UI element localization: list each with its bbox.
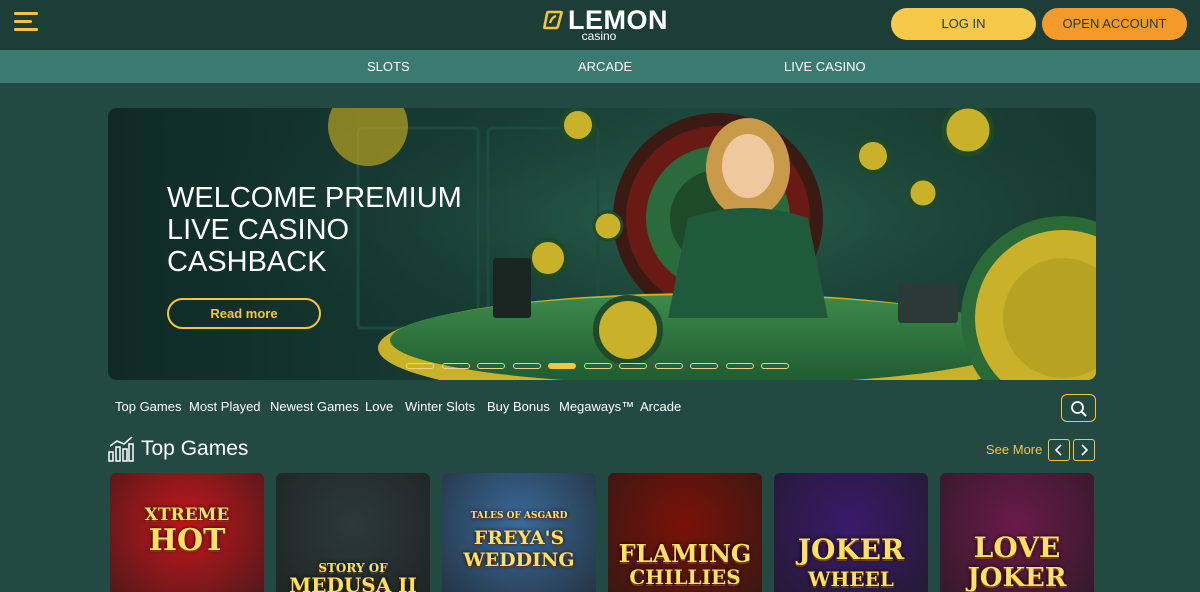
game-title: JOKER [967, 563, 1067, 592]
carousel-dot[interactable] [690, 363, 718, 369]
game-title: HOT [148, 523, 226, 558]
see-more-link[interactable]: See More [986, 442, 1042, 457]
login-button[interactable]: LOG IN [891, 8, 1036, 40]
carousel-next-button[interactable] [1073, 439, 1095, 461]
game-title: CHILLIES [629, 565, 741, 589]
game-tile-freyas-wedding[interactable]: TALES OF ASGARD FREYA'S WEDDING [442, 473, 596, 592]
nav-item-slots[interactable]: SLOTS [367, 59, 410, 74]
banner-title-line: WELCOME PREMIUM [167, 182, 462, 214]
carousel-dot[interactable] [725, 363, 754, 369]
tab-top-games[interactable]: Top Games [115, 399, 181, 414]
carousel-dot[interactable] [477, 363, 505, 369]
carousel-dot-active[interactable] [548, 363, 576, 369]
section-title-top-games: Top Games [141, 437, 249, 460]
nav-item-live-casino[interactable]: LIVE CASINO [784, 59, 866, 74]
game-tile-joker-wheel[interactable]: JOKER WHEEL [774, 473, 928, 592]
search-button[interactable] [1061, 394, 1096, 422]
game-tile-flaming-chillies[interactable]: FLAMING CHILLIES [608, 473, 762, 592]
carousel-dot[interactable] [406, 363, 434, 369]
game-title: MEDUSA II [289, 573, 417, 592]
promo-banner[interactable]: WELCOME PREMIUM LIVE CASINO CASHBACK Rea… [108, 108, 1096, 380]
chevron-right-icon [1081, 444, 1089, 456]
game-title: TALES OF ASGARD [470, 511, 568, 521]
read-more-button[interactable]: Read more [167, 298, 321, 329]
main-nav: SLOTS ARCADE LIVE CASINO [0, 50, 1200, 83]
tab-love[interactable]: Love [365, 399, 393, 414]
carousel-dot[interactable] [761, 363, 789, 369]
hamburger-menu-icon[interactable] [14, 12, 42, 34]
tab-newest-games[interactable]: Newest Games [270, 399, 359, 414]
tab-winter-slots[interactable]: Winter Slots [405, 399, 475, 414]
game-tile-love-joker[interactable]: LOVE JOKER [940, 473, 1094, 592]
tab-megaways[interactable]: Megaways™ [559, 399, 634, 414]
game-title: XTREME [144, 505, 230, 525]
logo-subtext: casino [581, 29, 617, 43]
game-title: FREYA'S WEDDING [463, 527, 575, 571]
tab-most-played[interactable]: Most Played [189, 399, 261, 414]
banner-title-line: CASHBACK [167, 246, 327, 278]
site-header: LEMON casino LOG IN OPEN ACCOUNT [0, 0, 1200, 50]
game-title: FLAMING [618, 539, 752, 568]
game-title: LOVE [973, 531, 1061, 564]
game-tile-xtreme-hot[interactable]: XTREME HOT [110, 473, 264, 592]
chevron-left-icon [1054, 444, 1062, 456]
carousel-prev-button[interactable] [1048, 439, 1070, 461]
game-tile-story-of-medusa[interactable]: STORY OF MEDUSA II [276, 473, 430, 592]
banner-title-line: LIVE CASINO [167, 214, 350, 246]
carousel-dot[interactable] [619, 363, 647, 369]
game-title: WHEEL [808, 567, 894, 591]
lemon-casino-logo[interactable]: LEMON casino [540, 5, 670, 44]
top-games-chart-icon [108, 436, 134, 462]
banner-title: WELCOME PREMIUM LIVE CASINO CASHBACK [167, 182, 487, 278]
carousel-dot[interactable] [654, 363, 683, 369]
tab-arcade[interactable]: Arcade [640, 399, 681, 414]
search-icon [1071, 401, 1087, 417]
open-account-button[interactable]: OPEN ACCOUNT [1042, 8, 1187, 40]
carousel-dot[interactable] [512, 363, 541, 369]
lemon-leaf-icon [542, 10, 563, 30]
nav-item-arcade[interactable]: ARCADE [578, 59, 632, 74]
game-title: JOKER [797, 533, 905, 566]
tab-buy-bonus[interactable]: Buy Bonus [487, 399, 550, 414]
carousel-dot[interactable] [583, 363, 612, 369]
carousel-dot[interactable] [441, 363, 470, 369]
